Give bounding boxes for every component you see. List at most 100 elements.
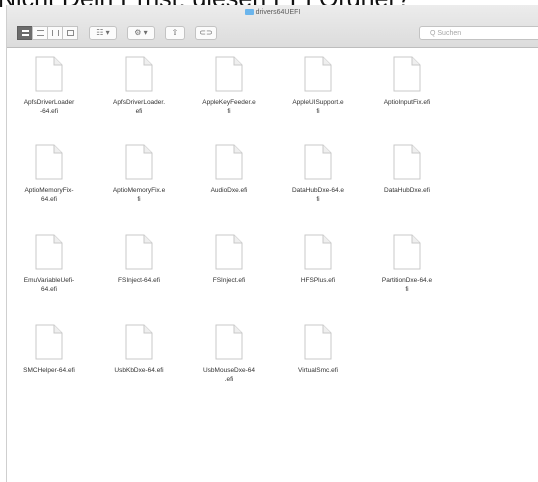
file-grid: ApfsDriverLoader -64.efi ApfsDriverLoader.… xyxy=(7,48,538,482)
file-item[interactable]: EmuVariableUefi- 64.efi xyxy=(8,234,90,294)
file-item[interactable]: ApfsDriverLoader. efi xyxy=(98,56,180,116)
file-name: EmuVariableUefi- 64.efi xyxy=(8,276,90,294)
gear-icon: ⚙ ▾ xyxy=(134,28,148,37)
document-icon xyxy=(304,56,332,92)
file-item[interactable]: AptioInputFix.efi xyxy=(366,56,448,107)
file-name-line: PartitionDxe-64.e xyxy=(381,277,433,284)
file-name-line: SMCHelper-64.efi xyxy=(23,367,75,374)
file-name: AppleUISupport.e fi xyxy=(277,98,359,116)
file-item[interactable]: SMCHelper-64.efi xyxy=(8,324,90,375)
file-name: FSInject-64.efi xyxy=(98,276,180,285)
document-icon xyxy=(393,144,421,180)
file-name: AptioMemoryFix- 64.efi xyxy=(8,186,90,204)
file-item[interactable]: PartitionDxe-64.e fi xyxy=(366,234,448,294)
file-item[interactable]: AptioMemoryFix.e fi xyxy=(98,144,180,204)
file-item[interactable]: DataHubDxe.efi xyxy=(366,144,448,195)
search-placeholder: Q Suchen xyxy=(430,30,462,37)
file-name: PartitionDxe-64.e fi xyxy=(366,276,448,294)
window-title-text: drivers64UEFI xyxy=(255,9,301,16)
share-icon: ⇧ xyxy=(171,28,179,37)
group-button[interactable]: ☷ ▾ xyxy=(89,26,117,40)
document-icon xyxy=(215,56,243,92)
file-name-line: DataHubDxe.efi xyxy=(384,187,430,194)
file-name: UsbKbDxe-64.efi xyxy=(98,366,180,375)
file-name-line: fi xyxy=(227,108,231,115)
column-view-icon xyxy=(52,30,59,36)
window-title: drivers64UEFI xyxy=(7,9,538,16)
file-name-line: AptioInputFix.efi xyxy=(383,99,431,106)
tag-icon: ⊂⊃ xyxy=(199,28,213,37)
view-mode-segmented-control xyxy=(17,26,78,40)
file-item[interactable]: UsbKbDxe-64.efi xyxy=(98,324,180,375)
file-name: UsbMouseDxe-64 .efi xyxy=(188,366,270,384)
file-name-line: fi xyxy=(316,108,320,115)
file-item[interactable]: HFSPlus.efi xyxy=(277,234,359,285)
file-item[interactable]: VirtualSmc.efi xyxy=(277,324,359,375)
file-name-line: 64.efi xyxy=(41,196,57,203)
file-name-line: VirtualSmc.efi xyxy=(298,367,338,374)
icon-view-icon xyxy=(22,30,29,36)
file-name-line: efi xyxy=(135,108,143,115)
finder-window: drivers64UEFI ☷ ▾ ⚙ ▾ ⇧ ⊂⊃ Q Suchen Apfs… xyxy=(6,5,538,482)
file-item[interactable]: AudioDxe.efi xyxy=(188,144,270,195)
document-icon xyxy=(35,324,63,360)
file-name-line: fi xyxy=(316,196,320,203)
file-name: AppleKeyFeeder.e fi xyxy=(188,98,270,116)
file-name-line: EmuVariableUefi- xyxy=(23,277,75,284)
file-name-line: AudioDxe.efi xyxy=(210,187,248,194)
document-icon xyxy=(125,144,153,180)
document-icon xyxy=(125,56,153,92)
list-view-button[interactable] xyxy=(32,26,48,40)
document-icon xyxy=(393,56,421,92)
list-view-icon xyxy=(37,30,44,36)
file-name: DataHubDxe-64.e fi xyxy=(277,186,359,204)
file-name-line: FSInject.efi xyxy=(212,277,246,284)
file-item[interactable]: AptioMemoryFix- 64.efi xyxy=(8,144,90,204)
document-icon xyxy=(393,234,421,270)
file-name: ApfsDriverLoader -64.efi xyxy=(8,98,90,116)
file-name-line: .efi xyxy=(224,376,234,383)
column-view-button[interactable] xyxy=(47,26,63,40)
titlebar: drivers64UEFI ☷ ▾ ⚙ ▾ ⇧ ⊂⊃ Q Suchen xyxy=(7,5,538,48)
file-item[interactable]: FSInject.efi xyxy=(188,234,270,285)
gallery-view-icon xyxy=(67,30,74,36)
file-name: VirtualSmc.efi xyxy=(277,366,359,375)
group-icon: ☷ ▾ xyxy=(96,28,110,37)
file-name-line: fi xyxy=(405,286,409,293)
search-field[interactable]: Q Suchen xyxy=(419,26,538,40)
document-icon xyxy=(125,234,153,270)
action-button[interactable]: ⚙ ▾ xyxy=(127,26,155,40)
file-item[interactable]: UsbMouseDxe-64 .efi xyxy=(188,324,270,384)
document-icon xyxy=(304,234,332,270)
tag-button[interactable]: ⊂⊃ xyxy=(195,26,217,40)
document-icon xyxy=(304,324,332,360)
file-name-line: fi xyxy=(137,196,141,203)
file-name-line: AppleUISupport.e xyxy=(292,99,344,106)
file-name-line: UsbKbDxe-64.efi xyxy=(114,367,164,374)
file-item[interactable]: AppleUISupport.e fi xyxy=(277,56,359,116)
folder-icon xyxy=(244,9,254,15)
file-item[interactable]: DataHubDxe-64.e fi xyxy=(277,144,359,204)
document-icon xyxy=(35,56,63,92)
file-name: AptioMemoryFix.e fi xyxy=(98,186,180,204)
file-name: FSInject.efi xyxy=(188,276,270,285)
document-icon xyxy=(215,234,243,270)
file-name-line: FSInject-64.efi xyxy=(118,277,160,284)
document-icon xyxy=(215,324,243,360)
document-icon xyxy=(125,324,153,360)
file-name-line: ApfsDriverLoader. xyxy=(112,99,166,106)
file-item[interactable]: FSInject-64.efi xyxy=(98,234,180,285)
file-name: SMCHelper-64.efi xyxy=(8,366,90,375)
file-name: AptioInputFix.efi xyxy=(366,98,448,107)
gallery-view-button[interactable] xyxy=(62,26,78,40)
icon-view-button[interactable] xyxy=(17,26,33,40)
file-item[interactable]: ApfsDriverLoader -64.efi xyxy=(8,56,90,116)
document-icon xyxy=(304,144,332,180)
share-button[interactable]: ⇧ xyxy=(165,26,185,40)
file-name-line: 64.efi xyxy=(41,286,57,293)
file-name: AudioDxe.efi xyxy=(188,186,270,195)
file-name-line: ApfsDriverLoader xyxy=(23,99,75,106)
file-name: ApfsDriverLoader. efi xyxy=(98,98,180,116)
file-item[interactable]: AppleKeyFeeder.e fi xyxy=(188,56,270,116)
file-name: DataHubDxe.efi xyxy=(366,186,448,195)
